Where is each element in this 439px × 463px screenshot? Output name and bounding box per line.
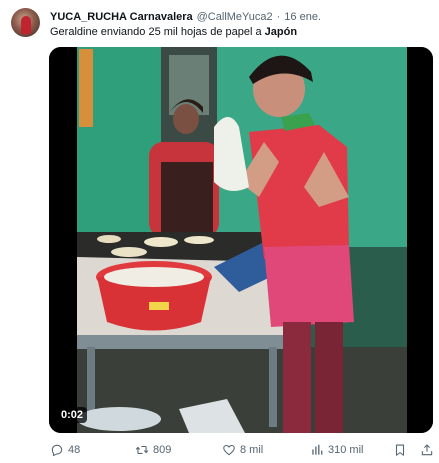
views-chart-icon xyxy=(310,443,324,457)
views-count: 310 mil xyxy=(328,444,364,456)
tweet-text-bold: Japón xyxy=(264,26,298,38)
like-count: 8 mil xyxy=(240,444,264,456)
bookmark-button[interactable] xyxy=(393,440,407,460)
share-button[interactable] xyxy=(420,440,434,460)
like-button[interactable]: 8 mil xyxy=(222,440,263,460)
tweet-timestamp[interactable]: 16 ene. xyxy=(284,11,321,23)
heart-icon xyxy=(222,443,236,457)
tweet-actions: 48 809 8 mil 310 mil xyxy=(50,440,435,460)
reply-icon xyxy=(50,443,64,457)
video-timestamp: 0:02 xyxy=(57,407,88,423)
tweet-text-prefix: Geraldine enviando 25 mil hojas de papel… xyxy=(50,26,265,38)
views-button[interactable]: 310 mil xyxy=(310,440,363,460)
tweet[interactable]: YUCA_RUCHA Carnavalera @CallMeYuca2 · 16… xyxy=(0,0,439,463)
reply-button[interactable]: 48 xyxy=(50,440,80,460)
retweet-count: 809 xyxy=(153,444,172,456)
avatar[interactable] xyxy=(11,8,40,37)
video-player[interactable]: 0:02 xyxy=(49,47,433,433)
author-handle[interactable]: @CallMeYuca2 xyxy=(197,11,273,23)
tweet-text: Geraldine enviando 25 mil hojas de papel… xyxy=(50,26,297,38)
share-icon xyxy=(420,443,434,457)
bookmark-icon xyxy=(393,443,407,457)
tweet-header: YUCA_RUCHA Carnavalera @CallMeYuca2 · 16… xyxy=(50,9,321,25)
reply-count: 48 xyxy=(68,444,81,456)
separator-dot: · xyxy=(276,11,281,23)
author-display-name[interactable]: YUCA_RUCHA Carnavalera xyxy=(50,11,193,23)
retweet-icon xyxy=(135,443,149,457)
retweet-button[interactable]: 809 xyxy=(135,440,171,460)
video-frame xyxy=(49,47,433,433)
